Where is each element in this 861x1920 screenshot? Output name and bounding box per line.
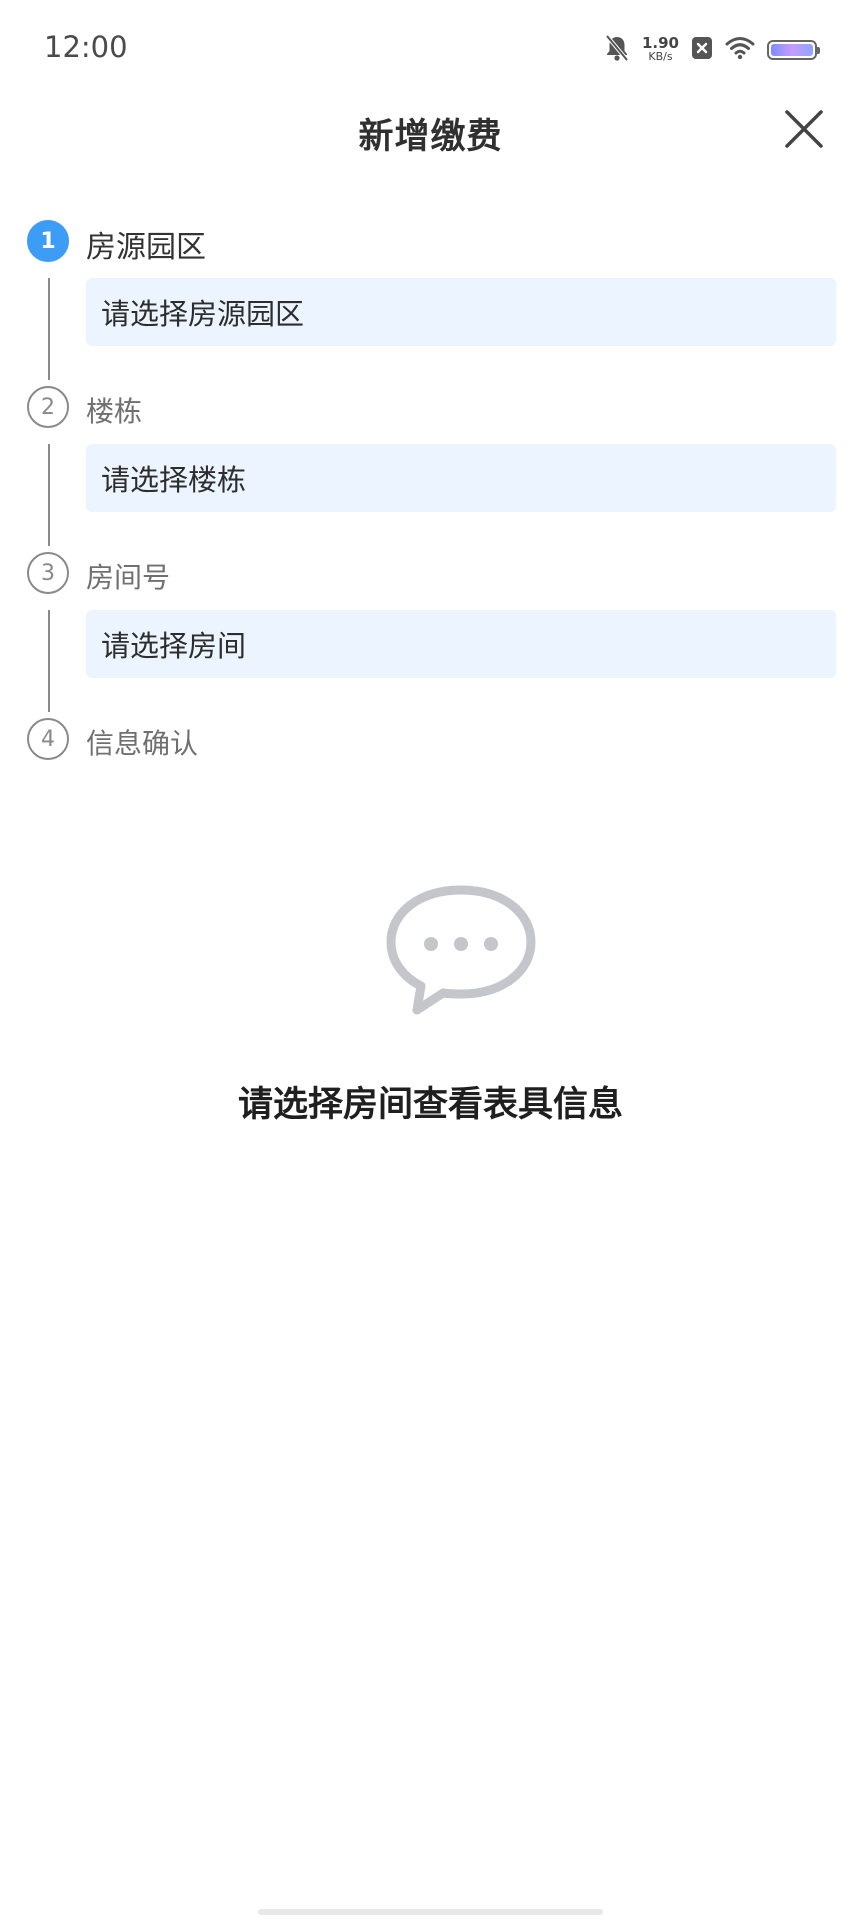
step-label: 房源园区 <box>86 230 206 265</box>
header: 新增缴费 <box>0 100 861 160</box>
step-connector <box>48 278 50 380</box>
battery-icon <box>767 40 820 60</box>
status-time: 12:00 <box>44 30 128 64</box>
step-connector <box>48 444 50 546</box>
step-number: 4 <box>27 718 69 760</box>
step-label: 信息确认 <box>86 727 199 760</box>
network-speed-value: 1.90 <box>641 34 679 52</box>
page-title: 新增缴费 <box>358 117 503 157</box>
step-number: 1 <box>27 220 69 262</box>
home-indicator[interactable] <box>258 1909 603 1915</box>
battery-tip <box>817 47 820 54</box>
step-label: 房间号 <box>86 561 171 594</box>
room-select[interactable]: 请选择房间 <box>86 610 836 678</box>
chat-bubble-icon <box>383 882 539 1022</box>
step-connector <box>48 610 50 712</box>
status-bar: 12:00 1.90 KB/s <box>0 0 861 100</box>
network-speed: 1.90 KB/s <box>641 34 679 64</box>
status-icons: 1.90 KB/s <box>604 34 820 66</box>
empty-state-message: 请选择房间查看表具信息 <box>237 1085 623 1125</box>
park-select[interactable]: 请选择房源园区 <box>86 278 836 346</box>
building-select[interactable]: 请选择楼栋 <box>86 444 836 512</box>
step-number: 2 <box>27 386 69 428</box>
close-icon <box>785 110 823 148</box>
close-button[interactable] <box>781 106 827 152</box>
wifi-icon <box>725 36 755 64</box>
x-box-icon <box>691 36 713 64</box>
network-speed-unit: KB/s <box>648 50 673 63</box>
step-label: 楼栋 <box>86 395 143 428</box>
step-number: 3 <box>27 552 69 594</box>
bell-off-icon <box>604 34 630 66</box>
battery-fill <box>771 44 813 56</box>
